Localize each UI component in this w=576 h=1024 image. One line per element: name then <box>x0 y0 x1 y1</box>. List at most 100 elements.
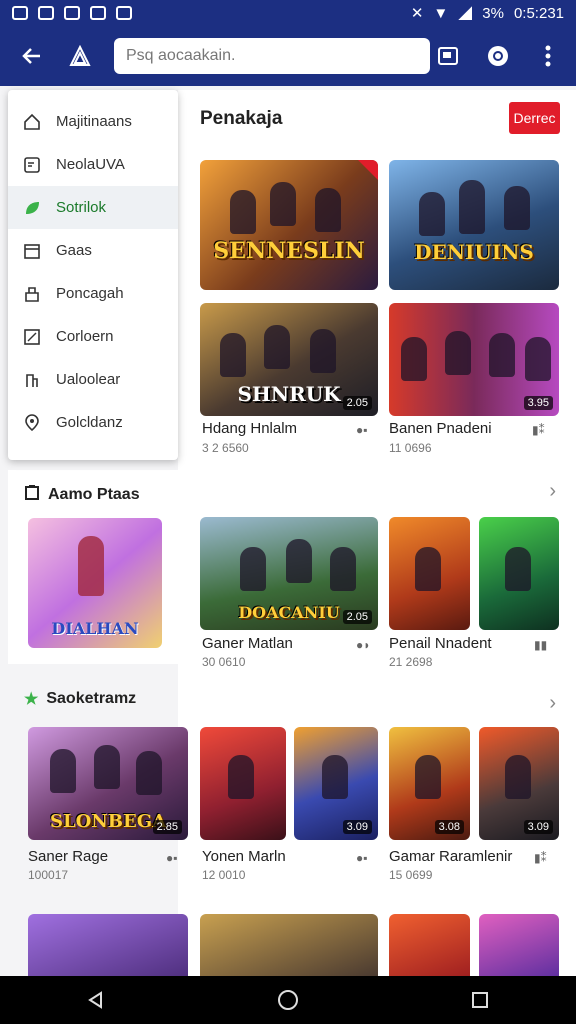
chevron-right-icon[interactable]: › <box>549 692 556 715</box>
drawer-item-5[interactable]: Corloern <box>8 315 178 358</box>
drawer-item-7[interactable]: Golcldanz <box>8 401 178 444</box>
drawer-item-4[interactable]: Poncagah <box>8 272 178 315</box>
game-tile[interactable]: 3.09 <box>294 727 378 840</box>
tablet-icon <box>22 155 42 175</box>
notification-icon <box>90 6 106 20</box>
more-vert-icon[interactable] <box>526 34 570 78</box>
controller-icon: ▮▮ <box>534 638 548 652</box>
nav-back-icon[interactable] <box>76 980 116 1020</box>
drawer-item-0[interactable]: Majitinaans <box>8 100 178 143</box>
game-title[interactable]: Ganer Matlan <box>202 635 293 652</box>
app-bar: Psq aocaakain. <box>0 26 576 86</box>
back-arrow-icon[interactable] <box>10 34 54 78</box>
character-figure <box>401 337 427 381</box>
game-title[interactable]: Hdang Hnlalm <box>202 420 297 437</box>
game-tile[interactable]: SLONBEGA 2.85 <box>28 727 188 840</box>
percent-icon <box>22 327 42 347</box>
game-tile[interactable] <box>389 517 470 630</box>
side-section: ★ Saoketramz <box>8 675 178 715</box>
game-tile[interactable]: DENIUINS <box>389 160 559 290</box>
nav-home-icon[interactable] <box>268 980 308 1020</box>
drawer-item-3[interactable]: Gaas <box>8 229 178 272</box>
drawer-item-label: Gaas <box>56 242 92 259</box>
character-figure <box>505 755 531 799</box>
character-figure <box>505 547 531 591</box>
controller-icon: ●▪ <box>356 851 368 865</box>
character-figure <box>78 536 104 596</box>
drawer-item-2[interactable]: Sotrilok <box>8 186 178 229</box>
drawer-item-label: Poncagah <box>56 285 124 302</box>
wifi-icon: ▼ <box>433 4 449 22</box>
star-icon: ★ <box>24 691 39 708</box>
game-tile[interactable] <box>479 517 559 630</box>
character-figure <box>315 188 341 232</box>
game-tile[interactable]: 3.08 <box>389 727 470 840</box>
character-figure <box>419 192 445 236</box>
game-tile[interactable] <box>479 914 559 976</box>
search-placeholder: Psq aocaakain. <box>126 47 236 64</box>
section-title: Penakaja <box>200 108 283 129</box>
account-circle-icon[interactable] <box>476 34 520 78</box>
game-tile[interactable]: SHNRUK 2.05 <box>200 303 378 416</box>
game-title[interactable]: Yonen Marln <box>202 848 286 865</box>
game-rating-badge: 2.85 <box>152 820 182 834</box>
game-tile[interactable] <box>28 914 188 976</box>
drawer-item-6[interactable]: Ualoolear <box>8 358 178 401</box>
character-figure <box>330 547 356 591</box>
game-tile[interactable]: 3.09 <box>479 727 559 840</box>
search-input[interactable]: Psq aocaakain. <box>114 38 430 74</box>
game-rating-badge: 3.09 <box>342 820 372 834</box>
drawer-item-label: Golcldanz <box>56 414 123 431</box>
game-title[interactable]: Penail Nnadent <box>389 635 492 652</box>
controller-icon: ▮⁑ <box>534 851 547 865</box>
character-figure <box>228 755 254 799</box>
game-title[interactable]: Gamar Raramlenir <box>389 848 512 865</box>
game-meta: 12 0010 <box>202 868 246 882</box>
home-icon <box>22 112 42 132</box>
character-figure <box>445 331 471 375</box>
nav-recents-icon[interactable] <box>460 980 500 1020</box>
character-figure <box>310 329 336 373</box>
game-tile[interactable] <box>200 727 286 840</box>
cast-icon[interactable] <box>426 34 470 78</box>
game-meta: 100017 <box>28 868 69 882</box>
drawer-item-label: Sotrilok <box>56 199 107 216</box>
section-action-button[interactable]: Derrec <box>509 102 560 134</box>
game-tile[interactable]: 3.95 <box>389 303 559 416</box>
character-figure <box>525 337 551 381</box>
character-figure <box>415 755 441 799</box>
side-section-title: Saoketramz <box>46 690 137 707</box>
door-icon <box>22 370 42 390</box>
character-figure <box>504 186 530 230</box>
status-bar: ✕ ▼ 3% 0:5:231 <box>0 0 576 26</box>
game-tile[interactable]: DOACANIU 2.05 <box>200 517 378 630</box>
game-tile[interactable] <box>389 914 470 976</box>
system-nav-bar <box>0 976 576 1024</box>
side-section: Aamo Ptaas DIALHAN <box>8 470 178 664</box>
corner-badge <box>358 160 378 180</box>
character-figure <box>264 325 290 369</box>
game-tile[interactable]: SENNESLIN <box>200 160 378 290</box>
location-icon <box>22 413 42 433</box>
triangle-logo-icon[interactable] <box>58 34 102 78</box>
chevron-right-icon[interactable]: › <box>549 480 556 503</box>
game-tile[interactable]: DIALHAN <box>28 518 162 648</box>
character-figure <box>459 180 485 234</box>
game-title[interactable]: Banen Pnadeni <box>389 420 492 437</box>
game-title[interactable]: Saner Rage <box>28 848 108 865</box>
game-logo: SENNESLIN <box>213 238 365 264</box>
game-tile[interactable] <box>200 914 378 976</box>
battery-percent: 3% <box>482 4 504 22</box>
drawer-item-1[interactable]: NeolaUVA <box>8 143 178 186</box>
game-logo: DIALHAN <box>51 619 139 638</box>
drawer-item-label: Majitinaans <box>56 113 132 130</box>
notification-icon <box>116 6 132 20</box>
mute-icon: ✕ <box>410 5 424 22</box>
notification-icon <box>12 6 28 20</box>
game-rating-badge: 3.08 <box>434 820 464 834</box>
side-section-title: Aamo Ptaas <box>48 485 140 503</box>
clock: 0:5:231 <box>513 4 564 22</box>
character-figure <box>489 333 515 377</box>
controller-icon: ●▪ <box>356 423 368 437</box>
game-rating-badge: 2.05 <box>342 610 372 624</box>
